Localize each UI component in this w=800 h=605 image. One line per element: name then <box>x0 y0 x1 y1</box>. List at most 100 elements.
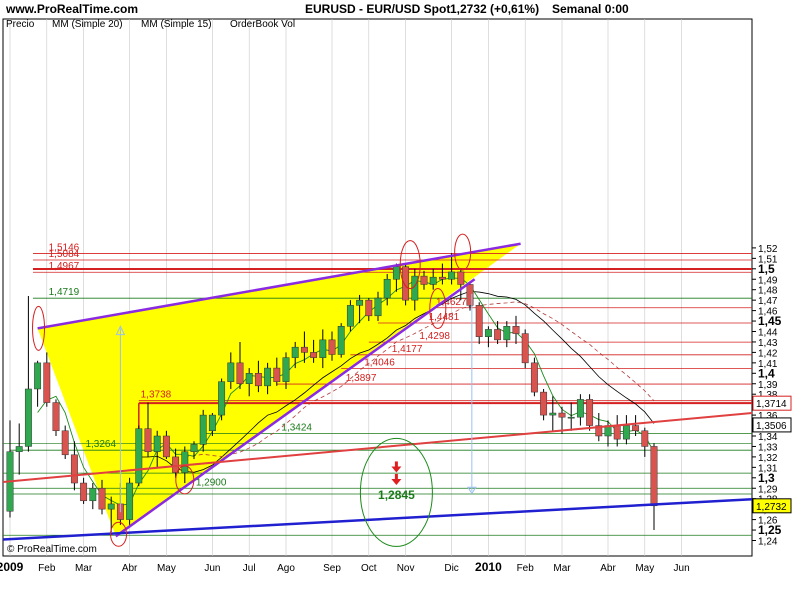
candle-bearish <box>43 362 51 403</box>
legend-orderbook: OrderBook Vol <box>230 19 295 30</box>
candle-bullish <box>448 271 456 280</box>
price-chart: 1,51461,50841,49671,47191,46271,44811,42… <box>0 2 792 574</box>
candle-bearish <box>273 367 281 382</box>
x-tick-label: Ago <box>277 563 295 574</box>
x-tick-label: Jul <box>243 563 256 574</box>
candle-bearish <box>475 305 483 337</box>
candle-bearish <box>144 428 152 452</box>
candle-bullish <box>392 266 400 280</box>
x-tick-label: Dic <box>444 563 458 574</box>
level-label: 1,4719 <box>49 287 80 298</box>
y-tick-label: 1,47 <box>758 296 778 307</box>
watermark-bottom: © ProRealTime.com <box>7 544 97 555</box>
candle-bearish <box>61 430 69 456</box>
y-tick-label: 1,33 <box>758 442 778 453</box>
candle-bullish <box>503 326 511 341</box>
candle-bearish <box>494 329 502 341</box>
candle-bullish <box>264 367 272 387</box>
candle-bullish <box>199 414 207 445</box>
level-label: 1,3424 <box>281 422 312 433</box>
candle-bearish <box>641 430 649 447</box>
level-label: 1,4177 <box>392 344 423 355</box>
candle-bearish <box>512 326 520 334</box>
candle-bearish <box>236 362 244 385</box>
candle-bullish <box>319 339 327 358</box>
candle-bullish <box>484 329 492 337</box>
candle-bearish <box>521 333 529 364</box>
candle-bullish <box>89 488 97 502</box>
x-tick-label: May <box>157 563 176 574</box>
candle-bullish <box>282 357 290 382</box>
target-price-label: 1,2845 <box>378 488 415 502</box>
candle-bullish <box>181 451 189 473</box>
y-tick-label: 1,43 <box>758 338 778 349</box>
x-tick-label: May <box>635 563 654 574</box>
candle-bullish <box>190 444 198 452</box>
candle-bearish <box>254 373 262 387</box>
y-tick-label: 1,34 <box>758 432 778 443</box>
candle-bearish <box>632 425 640 432</box>
x-tick-label: Jun <box>204 563 220 574</box>
watermark-top[interactable]: www.ProRealTime.com <box>5 2 138 16</box>
y-tick-label: 1,29 <box>758 484 778 495</box>
candle-bearish <box>310 352 318 358</box>
y-tick-label: 1,52 <box>758 244 778 255</box>
x-tick-label: 2009 <box>0 560 24 574</box>
candle-bullish <box>135 428 143 484</box>
legend-precio: Precio <box>6 19 35 30</box>
candle-bearish <box>650 446 658 507</box>
candle-bullish <box>346 305 354 327</box>
x-tick-label: Feb <box>38 563 56 574</box>
y-tick-label: 1,49 <box>758 275 778 286</box>
candle-bullish <box>15 446 23 452</box>
x-tick-label: Nov <box>397 563 415 574</box>
candle-bullish <box>576 399 584 418</box>
y-tick-label: 1,25 <box>758 523 782 537</box>
level-label: 1,3264 <box>85 439 116 450</box>
level-label: 1,2900 <box>196 477 227 488</box>
candle-bearish <box>98 488 106 510</box>
candle-bearish <box>438 276 446 280</box>
x-tick-label: 2010 <box>475 560 502 574</box>
candle-bearish <box>52 402 60 432</box>
candle-bearish <box>540 391 548 416</box>
candle-bullish <box>245 373 253 384</box>
candle-bearish <box>162 435 170 458</box>
y-tick-label: 1,42 <box>758 348 778 359</box>
x-tick-label: Feb <box>517 563 535 574</box>
chart-title: EURUSD - EUR/USD Spot <box>305 2 450 16</box>
timeframe-label[interactable]: Semanal 0:00 <box>552 2 629 16</box>
level-label: 1,5084 <box>49 249 80 260</box>
y-tick-label: 1,3 <box>758 471 775 485</box>
price-box-label: 1,3506 <box>756 421 787 432</box>
candle-bearish <box>402 266 410 301</box>
x-tick-label: Sep <box>323 563 341 574</box>
candle-bullish <box>34 362 42 390</box>
y-tick-label: 1,32 <box>758 453 778 464</box>
price-box-label: 1,2732 <box>756 502 787 513</box>
candle-bearish <box>365 299 373 317</box>
x-tick-label: Abr <box>600 563 616 574</box>
y-tick-label: 1,24 <box>758 537 778 548</box>
candle-bearish <box>558 412 566 418</box>
candle-bullish <box>567 416 575 419</box>
candle-bullish <box>107 503 115 510</box>
x-tick-label: Jun <box>674 563 690 574</box>
x-tick-label: Mar <box>75 563 93 574</box>
candle-bullish <box>126 482 134 520</box>
y-tick-label: 1,5 <box>758 262 775 276</box>
candle-bearish <box>70 454 78 484</box>
candle-bullish <box>429 276 437 285</box>
legend-mm20: MM (Simple 20) <box>52 19 123 30</box>
candle-bearish <box>420 275 428 285</box>
candle-bullish <box>291 346 299 358</box>
candle-bearish <box>457 271 465 285</box>
price-box-label: 1,3714 <box>756 399 787 410</box>
candle-bearish <box>300 346 308 353</box>
level-label: 1,4298 <box>419 331 450 342</box>
candle-bullish <box>337 326 345 355</box>
candle-bullish <box>383 279 391 299</box>
candle-bullish <box>622 425 630 440</box>
candle-bullish <box>356 299 364 306</box>
x-tick-label: Oct <box>361 563 377 574</box>
